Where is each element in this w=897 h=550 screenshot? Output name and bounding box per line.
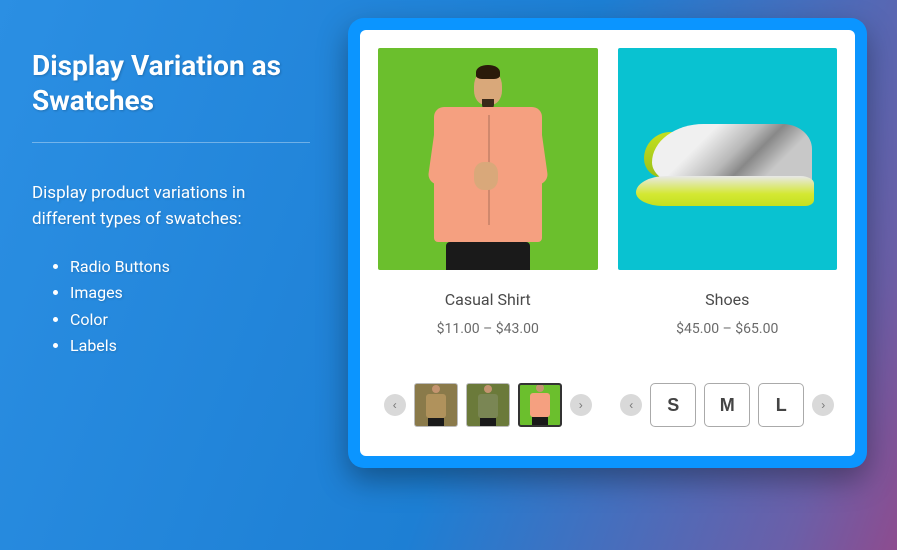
chevron-right-icon: › [579,398,583,412]
product-shirt: Casual Shirt $11.00 – $43.00 ‹ › [378,48,598,442]
product-price: $45.00 – $65.00 [618,321,838,337]
image-swatch-tan[interactable] [414,383,458,427]
preview-card: Casual Shirt $11.00 – $43.00 ‹ › Shoes $… [348,18,867,468]
list-item: Labels [70,333,310,359]
description: Display product variations in different … [32,181,310,232]
divider [32,142,310,143]
list-item: Radio Buttons [70,254,310,280]
label-swatches: ‹ S M L › [618,383,838,427]
size-swatch-l[interactable]: L [758,383,804,427]
chevron-right-icon: › [821,398,825,412]
chevron-left-icon: ‹ [393,398,397,412]
image-swatch-salmon[interactable] [518,383,562,427]
size-swatch-m[interactable]: M [704,383,750,427]
product-name: Shoes [618,290,838,309]
product-image-shirt[interactable] [378,48,598,270]
list-item: Color [70,307,310,333]
product-shoes: Shoes $45.00 – $65.00 ‹ S M L › [618,48,838,442]
swatch-next-button[interactable]: › [570,394,592,416]
image-swatch-olive[interactable] [466,383,510,427]
product-price: $11.00 – $43.00 [378,321,598,337]
list-item: Images [70,280,310,306]
chevron-left-icon: ‹ [629,398,633,412]
swatch-types-list: Radio Buttons Images Color Labels [32,254,310,360]
page-title: Display Variation as Swatches [32,48,310,118]
swatch-prev-button[interactable]: ‹ [620,394,642,416]
product-image-shoes[interactable] [618,48,838,270]
product-name: Casual Shirt [378,290,598,309]
size-swatch-s[interactable]: S [650,383,696,427]
image-swatches: ‹ › [378,383,598,427]
swatch-prev-button[interactable]: ‹ [384,394,406,416]
swatch-next-button[interactable]: › [812,394,834,416]
